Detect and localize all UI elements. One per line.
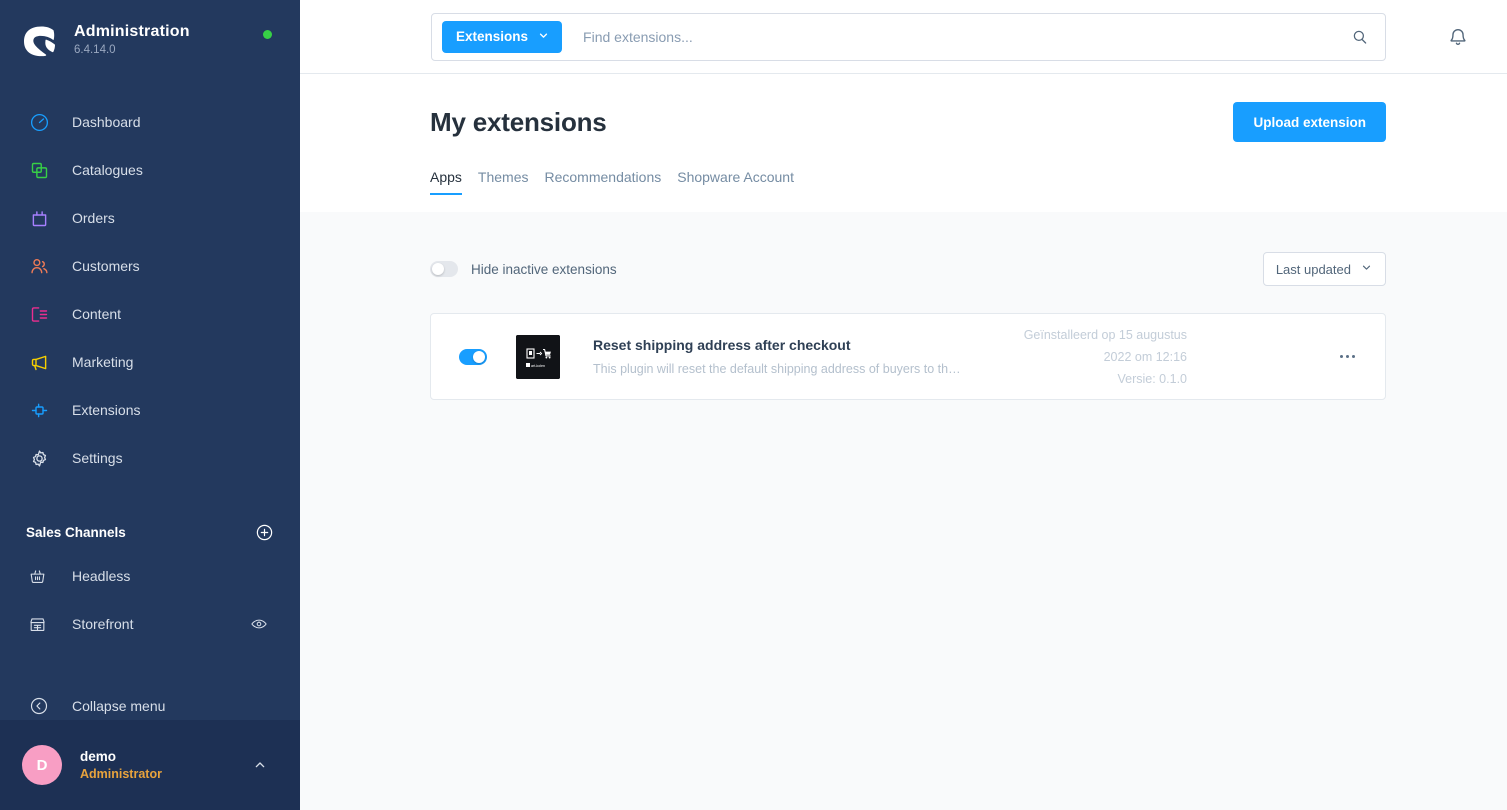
marketing-megaphone-icon bbox=[26, 350, 52, 374]
sort-label: Last updated bbox=[1275, 261, 1351, 277]
collapse-menu-label: Collapse menu bbox=[72, 698, 166, 714]
collapse-left-icon bbox=[26, 695, 52, 717]
user-meta: demo Administrator bbox=[80, 748, 252, 783]
main-area: Extensions Find extensions... My extensi… bbox=[300, 0, 1507, 810]
installed-date-line-2: 2022 om 12:16 bbox=[1103, 349, 1187, 364]
sort-dropdown[interactable]: Last updated bbox=[1262, 252, 1386, 286]
menu-dot bbox=[1346, 355, 1349, 358]
sidebar-item-label: Marketing bbox=[72, 354, 134, 370]
user-profile-bar[interactable]: D demo Administrator bbox=[0, 720, 300, 810]
global-search-box: Extensions bbox=[431, 12, 1386, 61]
eye-icon[interactable] bbox=[250, 615, 268, 633]
sales-channel-storefront[interactable]: Storefront bbox=[0, 600, 300, 648]
installed-date-line-1: Geïnstalleerd op 15 augustus bbox=[1023, 327, 1187, 342]
switch-knob bbox=[473, 350, 485, 363]
search-input[interactable] bbox=[583, 28, 1343, 45]
extension-meta: Geïnstalleerd op 15 augustus 2022 om 12:… bbox=[1024, 324, 1187, 390]
brand-text: Administration 6.4.14.0 bbox=[74, 22, 190, 58]
dashboard-gauge-icon bbox=[26, 110, 52, 134]
settings-gear-icon bbox=[26, 446, 52, 470]
top-bar: Extensions bbox=[300, 0, 1507, 74]
sales-channels-header: Sales Channels bbox=[0, 512, 300, 552]
page-header-row: My extensions Upload extension bbox=[430, 74, 1386, 142]
sales-channel-label: Headless bbox=[72, 568, 131, 584]
sidebar-item-dashboard[interactable]: Dashboard bbox=[0, 98, 300, 146]
sidebar-item-content[interactable]: Content bbox=[0, 290, 300, 338]
extension-version: Versie: 0.1.0 bbox=[1117, 371, 1188, 386]
sidebar: Administration 6.4.14.0 Dashboard Catalo… bbox=[0, 0, 300, 810]
sidebar-item-label: Content bbox=[72, 306, 122, 322]
avatar: D bbox=[22, 745, 62, 785]
brand-header[interactable]: Administration 6.4.14.0 bbox=[0, 0, 300, 80]
hide-inactive-label: Hide inactive extensions bbox=[471, 261, 617, 277]
user-role: Administrator bbox=[80, 766, 162, 781]
switch-knob bbox=[432, 263, 444, 275]
search-icon[interactable] bbox=[1343, 28, 1377, 46]
menu-dot bbox=[1352, 355, 1355, 358]
tab-shopware-account[interactable]: Shopware Account bbox=[677, 169, 794, 195]
hide-inactive-toggle[interactable]: Hide inactive extensions bbox=[430, 261, 617, 277]
sidebar-item-settings[interactable]: Settings bbox=[0, 434, 300, 482]
headless-basket-icon bbox=[26, 565, 48, 587]
extension-active-switch[interactable] bbox=[459, 348, 487, 365]
plus-circle-icon[interactable] bbox=[255, 523, 274, 542]
sidebar-item-extensions[interactable]: Extensions bbox=[0, 386, 300, 434]
sidebar-item-label: Customers bbox=[72, 258, 140, 274]
storefront-shop-icon bbox=[26, 613, 48, 635]
search-scope-label: Extensions bbox=[456, 29, 529, 44]
chevron-down-icon bbox=[1360, 261, 1373, 277]
tab-recommendations[interactable]: Recommendations bbox=[545, 169, 662, 195]
extension-card[interactable]: art-kolen Reset shipping address after c… bbox=[430, 313, 1386, 400]
catalogues-copy-icon bbox=[26, 158, 52, 182]
chevron-down-icon bbox=[537, 29, 550, 45]
main-navigation: Dashboard Catalogues Orders Customers Co… bbox=[0, 98, 300, 482]
shopware-logo-icon bbox=[22, 22, 58, 58]
list-controls: Hide inactive extensions Last updated bbox=[430, 212, 1386, 286]
hide-inactive-switch[interactable] bbox=[430, 261, 458, 277]
extension-description: This plugin will reset the default shipp… bbox=[593, 361, 963, 376]
sidebar-item-customers[interactable]: Customers bbox=[0, 242, 300, 290]
extensions-plug-icon bbox=[26, 398, 52, 422]
extension-thumbnail-icon: art-kolen bbox=[516, 334, 560, 379]
sidebar-item-label: Settings bbox=[72, 450, 123, 466]
brand-version: 6.4.14.0 bbox=[74, 44, 116, 56]
sidebar-item-label: Catalogues bbox=[72, 162, 143, 178]
orders-bag-icon bbox=[26, 206, 52, 230]
sidebar-item-marketing[interactable]: Marketing bbox=[0, 338, 300, 386]
svg-text:art-kolen: art-kolen bbox=[531, 363, 545, 367]
admin-app: Administration 6.4.14.0 Dashboard Catalo… bbox=[0, 0, 1507, 810]
chevron-up-icon[interactable] bbox=[252, 757, 268, 773]
sidebar-item-catalogues[interactable]: Catalogues bbox=[0, 146, 300, 194]
customers-people-icon bbox=[26, 254, 52, 278]
sidebar-item-orders[interactable]: Orders bbox=[0, 194, 300, 242]
tab-bar: Apps Themes Recommendations Shopware Acc… bbox=[430, 169, 1386, 195]
menu-dot bbox=[1340, 355, 1343, 358]
user-name: demo bbox=[80, 748, 117, 764]
upload-extension-button[interactable]: Upload extension bbox=[1233, 102, 1386, 142]
content-area: Hide inactive extensions Last updated ar… bbox=[300, 212, 1507, 810]
sales-channel-headless[interactable]: Headless bbox=[0, 552, 300, 600]
sales-channel-label: Storefront bbox=[72, 616, 134, 632]
search-scope-button[interactable]: Extensions bbox=[442, 20, 563, 53]
content-layout-icon bbox=[26, 302, 52, 326]
tab-apps[interactable]: Apps bbox=[430, 169, 462, 195]
brand-title: Administration bbox=[74, 23, 190, 40]
tab-themes[interactable]: Themes bbox=[478, 169, 529, 195]
sidebar-item-label: Dashboard bbox=[72, 114, 141, 130]
context-menu-icon[interactable] bbox=[1332, 347, 1363, 366]
sales-channels-title: Sales Channels bbox=[26, 524, 126, 540]
bell-icon[interactable] bbox=[1447, 26, 1469, 48]
page-header: My extensions Upload extension Apps Them… bbox=[300, 74, 1507, 212]
extension-info: Reset shipping address after checkout Th… bbox=[593, 336, 1024, 378]
sidebar-item-label: Orders bbox=[72, 210, 115, 226]
page-title: My extensions bbox=[430, 106, 607, 137]
green-status-dot-icon bbox=[263, 30, 272, 39]
sidebar-item-label: Extensions bbox=[72, 402, 141, 418]
extension-name: Reset shipping address after checkout bbox=[593, 336, 851, 353]
